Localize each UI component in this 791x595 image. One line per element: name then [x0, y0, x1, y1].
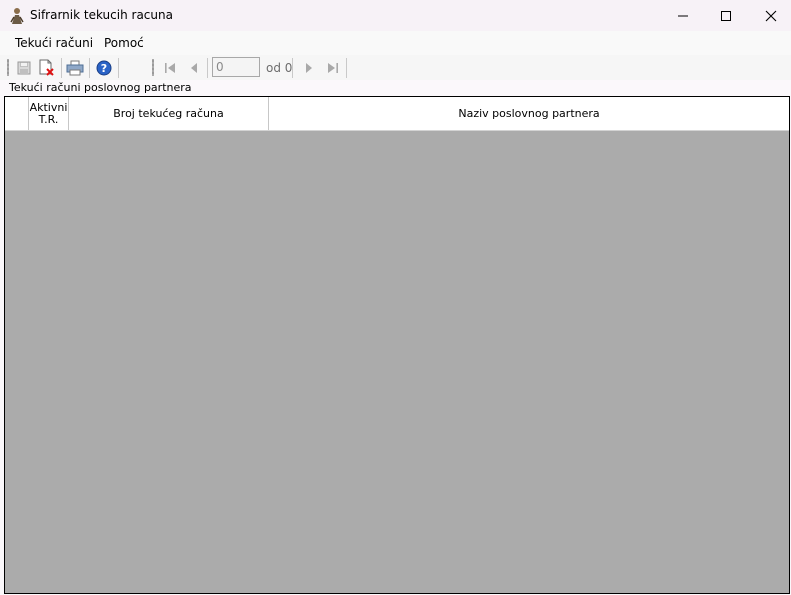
app-icon — [10, 8, 24, 24]
column-header-aktivni[interactable]: Aktivni T.R. — [29, 97, 69, 130]
minimize-icon — [678, 15, 688, 16]
move-last-icon — [327, 62, 338, 73]
menu-tekuci-racuni[interactable]: Tekući računi — [15, 36, 93, 50]
move-first-button[interactable] — [160, 58, 179, 77]
move-first-icon — [164, 62, 175, 73]
grid-header: Aktivni T.R. Broj tekućeg računa Naziv p… — [5, 97, 789, 131]
position-input[interactable]: 0 — [212, 57, 260, 77]
toolbar-separator — [207, 58, 208, 78]
title-bar: Sifrarnik tekucih racuna — [0, 0, 791, 31]
menu-pomoc[interactable]: Pomoć — [104, 36, 144, 50]
toolbar-separator — [118, 58, 119, 78]
column-header-naziv-partnera[interactable]: Naziv poslovnog partnera — [269, 97, 789, 130]
record-count-label: od 0 — [266, 61, 293, 75]
maximize-icon — [721, 10, 731, 21]
accounts-grid[interactable]: Aktivni T.R. Broj tekućeg računa Naziv p… — [4, 96, 790, 594]
toolbar-separator — [61, 58, 62, 78]
save-icon — [17, 61, 30, 74]
print-icon — [66, 60, 83, 75]
move-last-button[interactable] — [323, 58, 342, 77]
panel-label: Tekući računi poslovnog partnera — [9, 81, 192, 94]
close-button[interactable] — [748, 0, 791, 31]
toolbar-separator — [346, 58, 347, 78]
svg-text:?: ? — [100, 62, 106, 75]
toolbar-separator — [89, 58, 90, 78]
move-next-button[interactable] — [299, 58, 318, 77]
move-previous-icon — [190, 62, 197, 73]
toolbar-grip[interactable] — [152, 59, 154, 76]
move-next-icon — [305, 62, 312, 73]
delete-icon — [39, 59, 54, 76]
toolbar-grip[interactable] — [7, 59, 9, 76]
menu-bar: Tekući računi Pomoć — [0, 31, 791, 55]
help-icon: ? — [96, 60, 111, 75]
column-header-broj-racuna[interactable]: Broj tekućeg računa — [69, 97, 269, 130]
window-title: Sifrarnik tekucih racuna — [30, 8, 173, 22]
help-button[interactable]: ? — [94, 58, 113, 77]
print-button[interactable] — [65, 58, 84, 77]
row-header-corner[interactable] — [5, 97, 29, 130]
minimize-button[interactable] — [660, 0, 706, 31]
maximize-button[interactable] — [703, 0, 749, 31]
delete-button[interactable] — [37, 58, 56, 77]
save-button[interactable] — [14, 58, 33, 77]
toolbar: ? — [0, 55, 791, 80]
move-previous-button[interactable] — [184, 58, 203, 77]
close-icon — [765, 10, 777, 21]
